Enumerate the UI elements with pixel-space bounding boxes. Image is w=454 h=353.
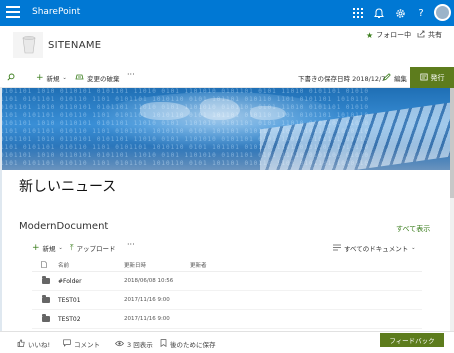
like-label: いいね! (28, 341, 51, 349)
scrollbar-thumb[interactable] (450, 88, 454, 198)
library-more-icon[interactable]: ··· (127, 240, 135, 249)
bookmark-icon (160, 339, 167, 349)
hero-fade (0, 146, 450, 170)
library-new-button[interactable]: + 新規 ⌄ (32, 243, 63, 254)
share-button[interactable]: 共有 (417, 30, 442, 40)
comment-button[interactable]: コメント (63, 339, 100, 349)
app-launcher-icon[interactable] (6, 6, 20, 20)
library-new-label: 新規 (42, 245, 56, 253)
search-icon (7, 73, 15, 83)
discard-icon (75, 73, 84, 83)
row-name[interactable]: #Folder (58, 278, 82, 285)
hero-banner-image: 0101101 1010 0110101 0101101 11010 0101 … (0, 88, 450, 170)
upload-label: アップロード (76, 245, 116, 253)
table-row[interactable]: #Folder 2018/06/08 10:56 (32, 273, 422, 291)
like-button[interactable]: いいね! (17, 339, 50, 349)
row-date: 2017/11/16 9:00 (124, 297, 170, 303)
chevron-down-icon: ⌄ (58, 245, 63, 251)
more-actions-icon[interactable]: ··· (127, 70, 135, 79)
plus-icon: + (32, 243, 40, 253)
chevron-down-icon: ⌄ (411, 245, 416, 251)
upload-button[interactable]: ⤒ アップロード (70, 243, 116, 253)
star-icon: ★ (366, 30, 374, 40)
notification-bell-icon[interactable] (371, 5, 387, 21)
view-count-label: 3 回表示 (127, 341, 153, 349)
folder-icon (42, 314, 50, 322)
library-title[interactable]: ModernDocument (19, 221, 108, 232)
discard-changes-button[interactable]: 変更の破棄 (75, 73, 120, 83)
view-count: 3 回表示 (115, 339, 153, 349)
search-button[interactable] (7, 73, 15, 83)
view-selector[interactable]: すべてのドキュメント ⌄ (333, 243, 416, 253)
share-label: 共有 (428, 31, 442, 39)
plus-icon: + (36, 73, 44, 83)
list-view-icon (333, 244, 341, 253)
continent-shape (250, 106, 286, 120)
draft-saved-status: 下書きの保存日時 2018/12/7 (298, 75, 386, 83)
left-gutter (0, 88, 2, 331)
continent-shape (140, 102, 190, 120)
continent-shape (200, 98, 240, 120)
edit-button[interactable]: 編集 (383, 73, 407, 83)
brand-label[interactable]: SharePoint (32, 7, 80, 17)
comment-label: コメント (74, 341, 100, 349)
folder-icon (42, 276, 50, 284)
news-title[interactable]: 新しいニュース (19, 176, 116, 196)
row-date: 2017/11/16 9:00 (124, 316, 170, 322)
save-for-later-label: 後のために保存 (170, 341, 216, 349)
edit-label: 編集 (394, 75, 407, 83)
pencil-icon (383, 73, 391, 83)
thumbs-up-icon (17, 339, 25, 349)
discard-label: 変更の破棄 (87, 75, 120, 83)
follow-button[interactable]: ★ フォロー中 (366, 30, 411, 40)
table-row[interactable]: TEST02 2017/11/16 9:00 (32, 311, 422, 329)
row-name[interactable]: TEST02 (58, 316, 81, 323)
user-avatar[interactable] (434, 4, 451, 21)
site-name[interactable]: SITENAME (48, 40, 101, 51)
comment-icon (63, 339, 71, 349)
command-bar: + 新規 ⌄ 変更の破棄 ··· 下書きの保存日時 2018/12/7 編集 (0, 66, 454, 88)
column-header-modified[interactable]: 更新日時 (124, 261, 146, 269)
publish-label: 発行 (430, 73, 445, 82)
publish-icon (419, 73, 428, 83)
feedback-button[interactable]: フィードバック (380, 333, 444, 347)
chevron-down-icon: ⌄ (62, 75, 67, 81)
save-for-later-button[interactable]: 後のために保存 (160, 339, 216, 349)
row-date: 2018/06/08 10:56 (124, 278, 174, 284)
library-column-headers: 名前 更新日時 更新者 (32, 258, 422, 272)
share-icon (417, 30, 425, 40)
apps-grid-icon[interactable] (350, 5, 366, 21)
new-menu-button[interactable]: + 新規 ⌄ (36, 73, 67, 84)
view-label: すべてのドキュメント (344, 245, 409, 253)
folder-icon (42, 295, 50, 303)
see-all-link[interactable]: すべて表示 (396, 224, 430, 234)
file-type-icon[interactable] (41, 261, 47, 270)
column-header-name[interactable]: 名前 (58, 261, 69, 269)
column-header-modified-by[interactable]: 更新者 (190, 261, 207, 269)
suite-bar: SharePoint ? (0, 0, 454, 26)
settings-gear-icon[interactable] (392, 5, 408, 21)
row-name[interactable]: TEST01 (58, 297, 81, 304)
site-logo[interactable] (13, 32, 43, 58)
eye-icon (115, 340, 124, 349)
follow-label: フォロー中 (376, 31, 412, 39)
page-scrollbar[interactable] (450, 88, 454, 331)
publish-button[interactable]: 発行 (410, 67, 454, 88)
upload-icon: ⤒ (70, 243, 74, 252)
help-icon[interactable]: ? (413, 5, 429, 21)
new-label: 新規 (46, 75, 60, 83)
table-row[interactable]: TEST01 2017/11/16 9:00 (32, 292, 422, 310)
